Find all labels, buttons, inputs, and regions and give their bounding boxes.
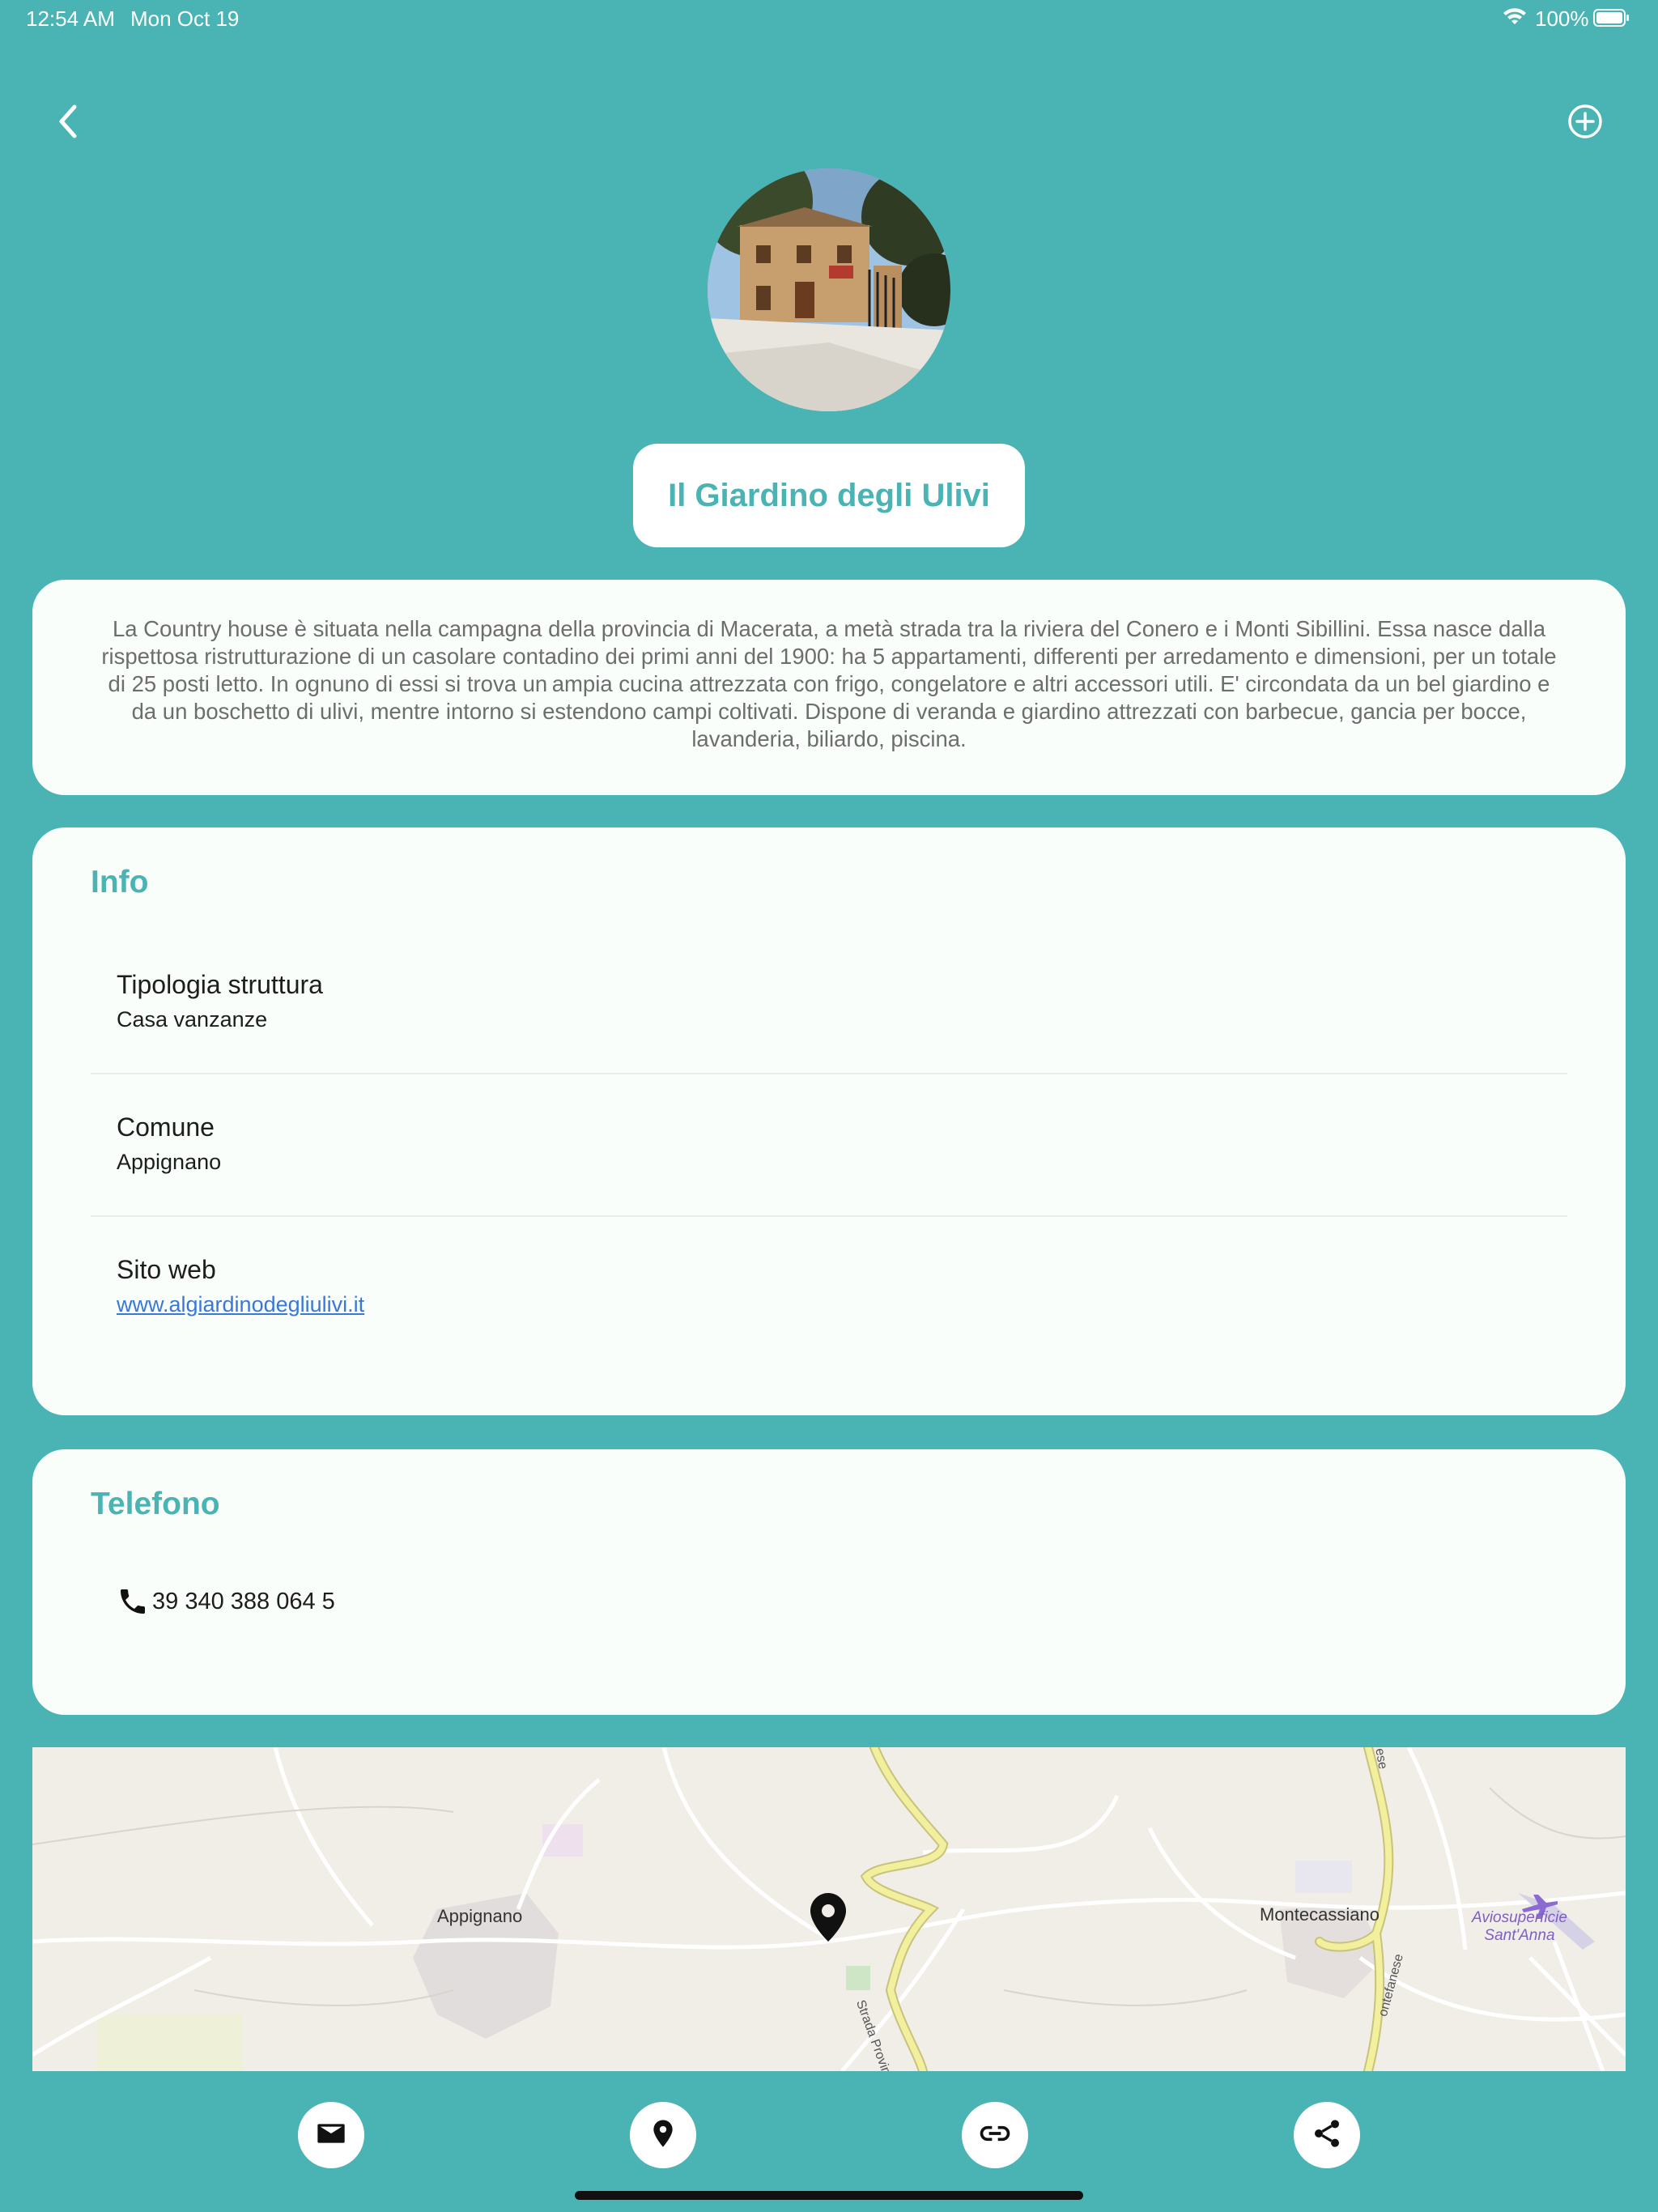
email-icon <box>315 2117 347 2154</box>
link-button[interactable] <box>962 2102 1028 2168</box>
page-title: Il Giardino degli Ulivi <box>633 444 1025 547</box>
add-circle-icon <box>1567 103 1604 144</box>
link-icon <box>977 2116 1013 2155</box>
phone-card: Telefono 39 340 388 064 5 <box>32 1449 1626 1715</box>
phone-number-button[interactable]: 39 340 388 064 5 <box>117 1585 335 1618</box>
location-pin-icon <box>647 2117 679 2154</box>
property-photo <box>708 168 950 411</box>
sito-web-label: Sito web <box>117 1255 216 1284</box>
share-icon <box>1311 2117 1343 2154</box>
map-view[interactable]: Appignano Montecassiano Aviosuperficie S… <box>32 1747 1626 2071</box>
map-label-appignano: Appignano <box>437 1906 523 1926</box>
battery-percent: 100% <box>1535 6 1589 31</box>
map-label-montecassiano: Montecassiano <box>1260 1904 1380 1925</box>
divider <box>91 1215 1567 1217</box>
info-title: Info <box>91 865 149 900</box>
location-button[interactable] <box>630 2102 696 2168</box>
info-card: Info Tipologia struttura Casa vanzanze C… <box>32 827 1626 1415</box>
description-text: La Country house è situata nella campagn… <box>101 616 1557 751</box>
status-date: Mon Oct 19 <box>130 6 240 31</box>
description-card: La Country house è situata nella campagn… <box>32 580 1626 795</box>
phone-icon <box>117 1585 149 1618</box>
phone-title: Telefono <box>91 1487 220 1521</box>
status-time: 12:54 AM <box>26 6 115 31</box>
email-button[interactable] <box>298 2102 364 2168</box>
comune-label: Comune <box>117 1112 215 1142</box>
back-button[interactable] <box>36 91 100 155</box>
share-button[interactable] <box>1294 2102 1360 2168</box>
tipologia-value: Casa vanzanze <box>117 1007 268 1032</box>
divider <box>91 1073 1567 1074</box>
chevron-left-icon <box>52 102 84 145</box>
website-link[interactable]: www.algiardinodegliulivi.it <box>117 1292 364 1317</box>
battery-icon <box>1593 8 1630 28</box>
tipologia-label: Tipologia struttura <box>117 970 323 999</box>
add-button[interactable] <box>1553 91 1618 155</box>
map-label-airfield: Aviosuperficie Sant'Anna <box>1472 1909 1567 1944</box>
wifi-icon <box>1503 8 1527 28</box>
phone-number: 39 340 388 064 5 <box>152 1588 335 1614</box>
home-indicator[interactable] <box>575 2191 1083 2200</box>
comune-value: Appignano <box>117 1150 222 1174</box>
